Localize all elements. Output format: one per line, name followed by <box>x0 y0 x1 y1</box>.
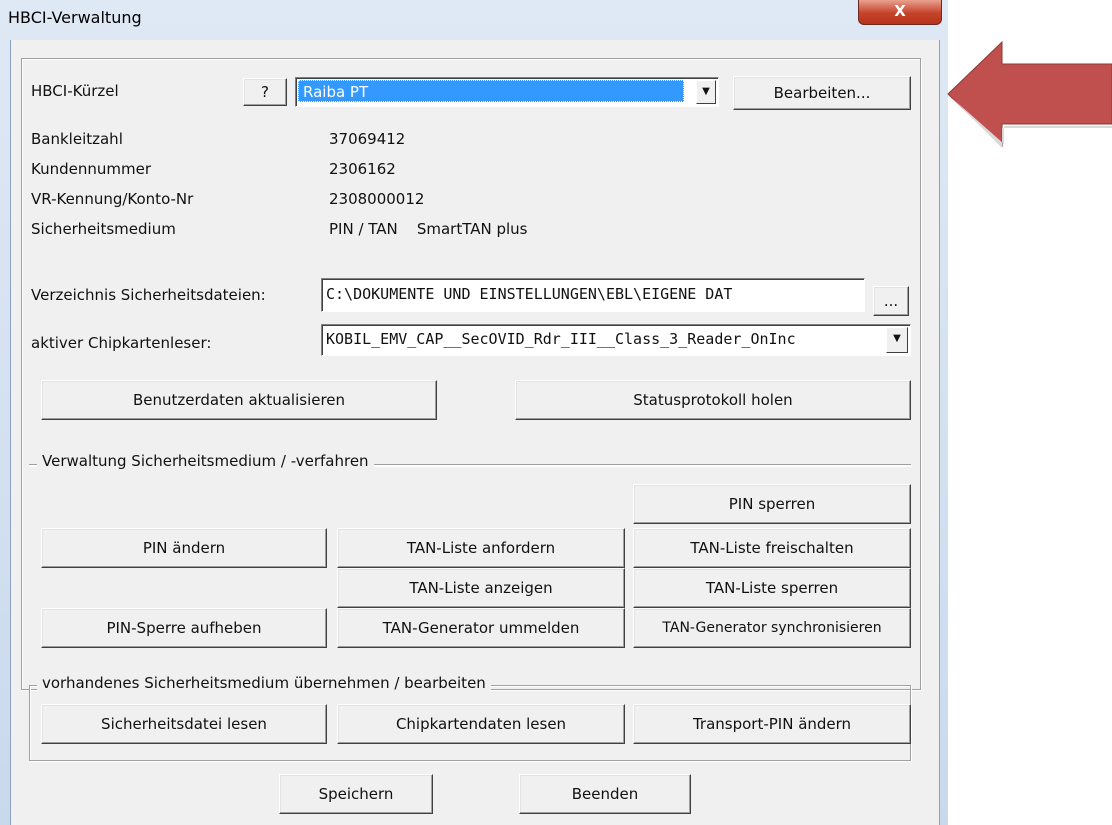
tan-list-request-button[interactable]: TAN-Liste anfordern <box>337 528 625 568</box>
tan-list-lock-button[interactable]: TAN-Liste sperren <box>633 568 911 608</box>
tan-list-unlock-button[interactable]: TAN-Liste freischalten <box>633 528 911 568</box>
info-label: VR-Kennung/Konto-Nr <box>31 190 194 208</box>
help-button[interactable]: ? <box>243 78 287 106</box>
dialog-client: HBCI-Kürzel ? Raiba PT ▼ Bearbeiten... B… <box>10 40 940 825</box>
update-user-data-button[interactable]: Benutzerdaten aktualisieren <box>41 380 437 420</box>
close-button[interactable]: X <box>858 0 942 25</box>
chevron-down-icon[interactable]: ▼ <box>886 327 908 353</box>
window-title: HBCI-Verwaltung <box>8 8 142 27</box>
transport-pin-change-button[interactable]: Transport-PIN ändern <box>633 704 911 744</box>
exit-button[interactable]: Beenden <box>519 774 691 814</box>
info-label: Bankleitzahl <box>31 130 123 148</box>
info-label: Kundennummer <box>31 160 151 178</box>
save-button[interactable]: Speichern <box>279 774 433 814</box>
card-reader-value: KOBIL_EMV_CAP__SecOVID_Rdr_III__Class_3_… <box>326 330 796 348</box>
security-group-title: Verwaltung Sicherheitsmedium / -verfahre… <box>37 452 374 470</box>
pin-unlock-button[interactable]: PIN-Sperre aufheben <box>41 608 327 648</box>
tan-list-show-button[interactable]: TAN-Liste anzeigen <box>337 568 625 608</box>
edit-button[interactable]: Bearbeiten... <box>733 76 911 110</box>
read-chipcard-button[interactable]: Chipkartendaten lesen <box>337 704 625 744</box>
browse-button[interactable]: ... <box>873 286 909 316</box>
pin-lock-button[interactable]: PIN sperren <box>633 484 911 524</box>
info-value: PIN / TAN SmartTAN plus <box>329 220 528 238</box>
existing-group-title: vorhandenes Sicherheitsmedium übernehmen… <box>37 674 491 692</box>
kuerzel-label: HBCI-Kürzel <box>31 82 119 100</box>
chevron-down-icon[interactable]: ▼ <box>696 80 716 104</box>
title-bar: HBCI-Verwaltung X <box>0 0 948 40</box>
info-value: 37069412 <box>329 130 406 148</box>
info-value: 2308000012 <box>329 190 425 208</box>
read-security-file-button[interactable]: Sicherheitsdatei lesen <box>41 704 327 744</box>
info-label: Sicherheitsmedium <box>31 220 176 238</box>
close-icon: X <box>894 2 906 20</box>
card-reader-select[interactable]: KOBIL_EMV_CAP__SecOVID_Rdr_III__Class_3_… <box>321 324 911 356</box>
card-reader-label: aktiver Chipkartenleser: <box>31 334 212 352</box>
pin-change-button[interactable]: PIN ändern <box>41 528 327 568</box>
fetch-status-log-button[interactable]: Statusprotokoll holen <box>515 380 911 420</box>
kuerzel-selected-value: Raiba PT <box>298 80 684 102</box>
info-value: 2306162 <box>329 160 396 178</box>
red-arrow-icon <box>947 40 1112 148</box>
tan-generator-sync-button[interactable]: TAN-Generator synchronisieren <box>633 608 911 648</box>
kuerzel-select[interactable]: Raiba PT ▼ <box>295 77 719 107</box>
security-dir-label: Verzeichnis Sicherheitsdateien: <box>31 286 266 304</box>
security-dir-field[interactable]: C:\DOKUMENTE UND EINSTELLUNGEN\EBL\EIGEN… <box>321 278 865 312</box>
tan-generator-reregister-button[interactable]: TAN-Generator ummelden <box>337 608 625 648</box>
hbci-window: HBCI-Verwaltung X HBCI-Kürzel ? Raiba PT… <box>0 0 948 825</box>
